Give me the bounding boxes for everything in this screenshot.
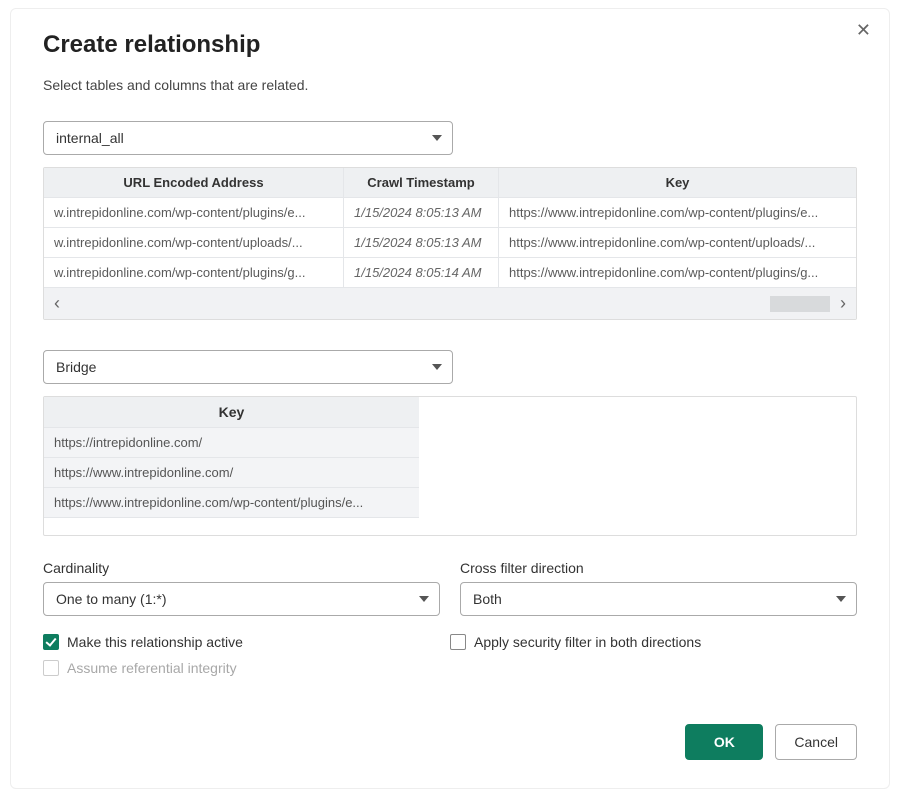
make-active-checkbox[interactable]: Make this relationship active (43, 634, 450, 650)
table-cell: https://intrepidonline.com/ (44, 428, 419, 458)
scroll-right-icon[interactable]: › (840, 293, 846, 314)
table-cell: 1/15/2024 8:05:13 AM (344, 197, 499, 227)
cross-filter-label: Cross filter direction (460, 560, 857, 576)
table-cell: w.intrepidonline.com/wp-content/plugins/… (44, 197, 344, 227)
create-relationship-dialog: ✕ Create relationship Select tables and … (10, 8, 890, 789)
table2-preview-grid: Key https://intrepidonline.com/ https://… (43, 396, 857, 536)
table2-select[interactable]: Bridge (43, 350, 453, 384)
col-header-key[interactable]: Key (44, 397, 419, 428)
apply-security-filter-checkbox[interactable]: Apply security filter in both directions (450, 634, 857, 650)
table-cell: https://www.intrepidonline.com/wp-conten… (44, 488, 419, 518)
cardinality-select[interactable]: One to many (1:*) (43, 582, 440, 616)
table1-select[interactable]: internal_all (43, 121, 453, 155)
relationship-checkboxes: Make this relationship active Assume ref… (43, 634, 857, 686)
scroll-track[interactable] (60, 296, 840, 312)
assume-ref-integrity-checkbox: Assume referential integrity (43, 660, 450, 676)
table2-select-value: Bridge (56, 359, 96, 375)
col-header-url-encoded-address[interactable]: URL Encoded Address (44, 168, 344, 197)
table-cell: https://www.intrepidonline.com/ (44, 458, 419, 488)
table-cell: 1/15/2024 8:05:14 AM (344, 257, 499, 287)
chevron-down-icon (836, 596, 846, 602)
table1-select-value: internal_all (56, 130, 124, 146)
dialog-title: Create relationship (43, 31, 857, 59)
cardinality-label: Cardinality (43, 560, 440, 576)
col-header-key[interactable]: Key (499, 168, 856, 197)
dialog-subtitle: Select tables and columns that are relat… (43, 77, 857, 93)
table-cell: https://www.intrepidonline.com/wp-conten… (499, 227, 856, 257)
relationship-options: Cardinality One to many (1:*) Cross filt… (43, 560, 857, 616)
cancel-button[interactable]: Cancel (775, 724, 857, 760)
chevron-down-icon (432, 364, 442, 370)
chevron-down-icon (432, 135, 442, 141)
table-cell: https://www.intrepidonline.com/wp-conten… (499, 197, 856, 227)
horizontal-scrollbar[interactable]: ‹ › (44, 287, 856, 319)
checkbox-checked-icon (43, 634, 59, 650)
cross-filter-value: Both (473, 591, 502, 607)
assume-ref-integrity-label: Assume referential integrity (67, 660, 237, 676)
chevron-down-icon (419, 596, 429, 602)
dialog-footer: OK Cancel (43, 724, 857, 760)
table-cell: https://www.intrepidonline.com/wp-conten… (499, 257, 856, 287)
apply-security-filter-label: Apply security filter in both directions (474, 634, 701, 650)
ok-button[interactable]: OK (685, 724, 763, 760)
checkbox-unchecked-icon (43, 660, 59, 676)
checkbox-unchecked-icon (450, 634, 466, 650)
scroll-thumb[interactable] (770, 296, 830, 312)
make-active-label: Make this relationship active (67, 634, 243, 650)
table-cell: w.intrepidonline.com/wp-content/plugins/… (44, 257, 344, 287)
table1-preview-grid: URL Encoded Address Crawl Timestamp Key … (43, 167, 857, 320)
cardinality-value: One to many (1:*) (56, 591, 167, 607)
col-header-crawl-timestamp[interactable]: Crawl Timestamp (344, 168, 499, 197)
cross-filter-select[interactable]: Both (460, 582, 857, 616)
table-cell: 1/15/2024 8:05:13 AM (344, 227, 499, 257)
table-cell: w.intrepidonline.com/wp-content/uploads/… (44, 227, 344, 257)
close-icon[interactable]: ✕ (856, 21, 871, 39)
